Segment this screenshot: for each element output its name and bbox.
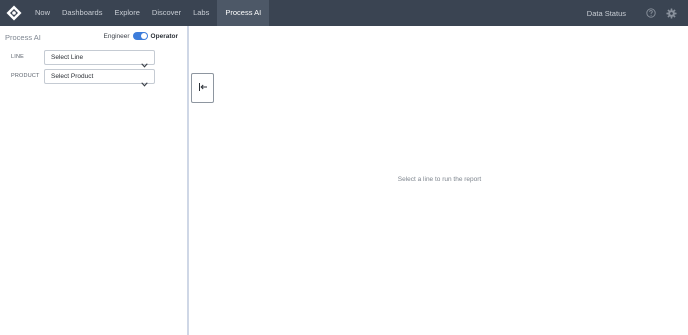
- line-field: LINE Select Line: [0, 50, 189, 68]
- toggle-knob: [140, 33, 147, 39]
- nav-item-now[interactable]: Now: [29, 0, 56, 26]
- gear-icon[interactable]: [665, 7, 678, 20]
- nav-item-discover[interactable]: Discover: [146, 0, 187, 26]
- filter-panel: Process AI Engineer Operator LINE Select…: [0, 26, 189, 335]
- mode-engineer-label[interactable]: Engineer: [104, 33, 130, 40]
- chevron-down-icon: [141, 74, 148, 92]
- mode-toggle-group: Engineer Operator: [104, 32, 178, 40]
- panel-title: Process AI: [5, 33, 41, 42]
- top-navbar: Now Dashboards Explore Discover Labs Pro…: [0, 0, 688, 26]
- line-select[interactable]: Select Line: [44, 50, 155, 68]
- nav-item-dashboards[interactable]: Dashboards: [56, 0, 108, 26]
- report-area: Select a line to run the report: [191, 26, 688, 335]
- nav-item-labs[interactable]: Labs: [187, 0, 215, 26]
- product-field: PRODUCT Select Product: [0, 69, 189, 87]
- product-select[interactable]: Select Product: [44, 69, 155, 87]
- data-status-link[interactable]: Data Status: [587, 9, 626, 18]
- nav-item-process-ai[interactable]: Process AI: [217, 0, 270, 26]
- mode-operator-label[interactable]: Operator: [151, 33, 178, 40]
- product-label: PRODUCT: [11, 73, 40, 79]
- line-select-value: Select Line: [51, 54, 84, 61]
- help-circle-icon[interactable]: [644, 7, 657, 20]
- nav-right-group: Data Status: [587, 0, 688, 26]
- product-select-value: Select Product: [51, 73, 94, 80]
- mode-toggle-switch[interactable]: [132, 32, 148, 40]
- nav-menu: Now Dashboards Explore Discover Labs Pro…: [29, 0, 270, 26]
- nav-item-explore[interactable]: Explore: [108, 0, 145, 26]
- brand-logo-icon[interactable]: [0, 0, 27, 26]
- line-label: LINE: [11, 54, 25, 60]
- empty-state-message: Select a line to run the report: [397, 176, 482, 183]
